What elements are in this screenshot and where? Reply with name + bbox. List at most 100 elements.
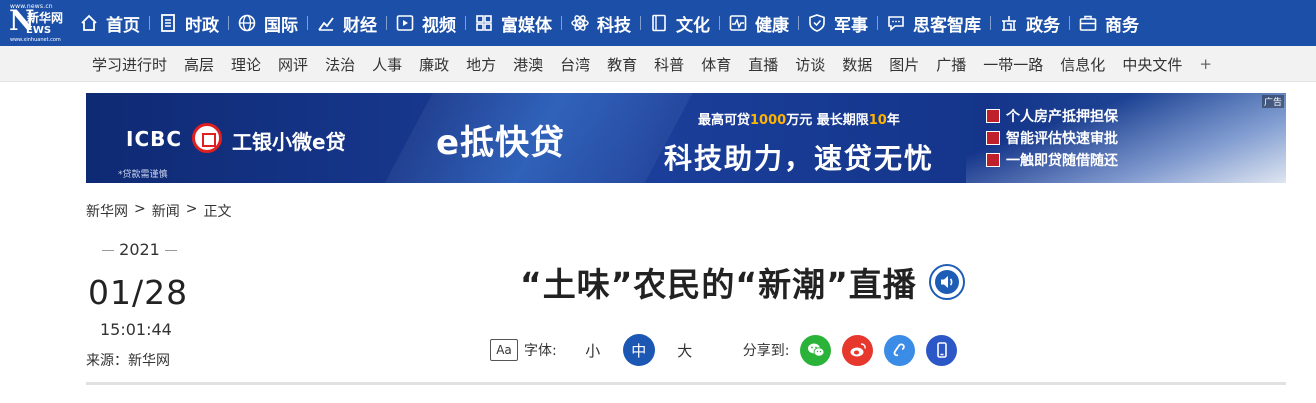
building-icon	[1002, 16, 1016, 31]
banner-feature-label: 一触即贷随借随还	[1006, 153, 1118, 169]
top-nav: www.news.cn N 新华网 EWS www.xinhuanet.com …	[0, 0, 1316, 46]
atom-icon	[571, 15, 589, 31]
sub-nav-item[interactable]: 学习进行时	[92, 54, 167, 75]
sub-nav-item[interactable]: 地方	[466, 54, 496, 75]
sub-nav-item[interactable]: 体育	[701, 54, 731, 75]
audio-play-button[interactable]	[928, 264, 965, 300]
home-icon	[81, 14, 97, 31]
banner-terms-amount: 1000	[750, 113, 787, 128]
sub-nav-item[interactable]: 教育	[607, 54, 637, 75]
banner-feature-label: 智能评估快速审批	[1006, 131, 1118, 147]
icbc-logo-icon	[192, 123, 222, 153]
logo-news-text: EWS	[26, 25, 52, 36]
sub-nav: 学习进行时 高层 理论 网评 法治 人事 廉政 地方 港澳 台湾 教育 科普 体育 直播 访谈 数据 图片 广播一…	[0, 46, 1316, 82]
share-link-button[interactable]	[884, 334, 916, 366]
banner-slogan: 科技助力，速贷无忧	[664, 142, 935, 175]
banner-icbc-text: ICBC	[126, 127, 183, 151]
sub-nav-item[interactable]: 直播	[748, 54, 778, 75]
banner-tagline: *贷款需谨慎	[118, 170, 168, 180]
font-size-large-button[interactable]: 大	[669, 334, 701, 366]
sub-nav-item[interactable]: 理论	[231, 54, 261, 75]
nav-label: 政务	[1026, 15, 1060, 36]
sub-nav-item[interactable]: 港澳	[513, 54, 543, 75]
sub-nav-item[interactable]: 中央文件	[1122, 54, 1182, 75]
banner-terms-part-c: 年	[886, 113, 900, 128]
font-size-small-button[interactable]: 小	[577, 334, 609, 366]
banner-feature: 个人房产抵押担保	[986, 105, 1118, 127]
nav-item-military[interactable]: 军事	[798, 0, 877, 46]
nav-item-culture[interactable]: 文化	[640, 0, 719, 46]
sub-nav-item[interactable]: 数据	[842, 54, 872, 75]
logo-sub-text: www.xinhuanet.com	[10, 37, 61, 43]
breadcrumb-current: 正文	[203, 204, 232, 220]
book-icon	[652, 14, 666, 32]
ad-label: 广告	[1261, 95, 1284, 108]
nav-label: 时政	[185, 15, 219, 36]
breadcrumb-separator: >	[185, 201, 198, 217]
pulse-icon	[729, 15, 747, 31]
nav-items: 首页 时政 国际 财经 视频 富媒体 科技 文化 健康 军事 思客智库 政务 商…	[70, 0, 1148, 46]
sub-nav-items: 学习进行时 高层 理论 网评 法治 人事 廉政 地方 港澳 台湾 教育 科普 体育 直播 访谈 数据 图片 广播一…	[92, 46, 1212, 82]
sub-nav-item[interactable]: 一带一路	[983, 54, 1043, 75]
banner-product-name: e抵快贷	[436, 123, 566, 163]
nav-item-health[interactable]: 健康	[719, 0, 798, 46]
sub-nav-item[interactable]: 廉政	[419, 54, 449, 75]
banner-brand: 工银小微e贷	[232, 130, 346, 154]
logo-name: 新华网	[27, 11, 64, 25]
banner-features: 个人房产抵押担保 智能评估快速审批 一触即贷随借随还	[986, 105, 1118, 171]
sub-nav-item[interactable]: 信息化	[1060, 54, 1105, 75]
article-year: 2021	[102, 240, 177, 259]
breadcrumb-news-link[interactable]: 新闻	[152, 201, 180, 221]
article-toolbar: Aa 字体: 小 中 大 分享到:	[490, 333, 958, 367]
nav-item-international[interactable]: 国际	[228, 0, 307, 46]
ad-banner[interactable]: ICBC 工银小微e贷 *贷款需谨慎 e抵快贷 最高可贷1000万元 最长期限1…	[86, 93, 1286, 183]
sub-nav-item[interactable]: 网评	[278, 54, 308, 75]
chat-icon	[888, 16, 904, 32]
nav-label: 军事	[834, 15, 868, 36]
font-size-label: 字体:	[524, 343, 557, 359]
nav-item-technology[interactable]: 科技	[561, 0, 640, 46]
xinhua-logo[interactable]: www.news.cn N 新华网 EWS www.xinhuanet.com	[0, 0, 70, 46]
sub-nav-item[interactable]: 人事	[372, 54, 402, 75]
nav-item-business[interactable]: 商务	[1069, 0, 1148, 46]
nav-item-home[interactable]: 首页	[70, 0, 149, 46]
share-mobile-button[interactable]	[926, 334, 958, 366]
nav-item-politics[interactable]: 时政	[149, 0, 228, 46]
share-wechat-button[interactable]	[800, 334, 832, 366]
nav-label: 商务	[1105, 15, 1139, 36]
nav-label: 健康	[755, 15, 789, 36]
sub-nav-item[interactable]: 科普	[654, 54, 684, 75]
weibo-icon	[850, 343, 866, 357]
nav-label: 文化	[676, 15, 710, 36]
nav-item-government[interactable]: 政务	[990, 0, 1069, 46]
sub-nav-item[interactable]: 广播	[936, 54, 966, 75]
nav-label: 视频	[422, 15, 456, 36]
play-icon	[396, 15, 414, 31]
nav-label: 国际	[264, 15, 298, 36]
sub-nav-item[interactable]: 图片	[889, 54, 919, 75]
banner-loan-terms: 最高可贷1000万元 最长期限10年	[698, 109, 900, 128]
share-weibo-button[interactable]	[842, 334, 874, 366]
sub-nav-more-button[interactable]: +	[1199, 55, 1212, 73]
nav-item-finance[interactable]: 财经	[307, 0, 386, 46]
mobile-icon	[937, 342, 947, 358]
sub-nav-item[interactable]: 高层	[184, 54, 214, 75]
grid-icon	[476, 15, 492, 31]
article-source: 来源：新华网	[86, 353, 170, 369]
checkbox-icon	[986, 131, 1000, 145]
article-title-row: “土味”农民的“新潮”直播	[520, 258, 965, 306]
document-icon	[161, 14, 175, 32]
article-title: “土味”农民的“新潮”直播	[520, 265, 917, 304]
sub-nav-item[interactable]: 访谈	[795, 54, 825, 75]
sub-nav-item[interactable]: 台湾	[560, 54, 590, 75]
nav-label: 财经	[343, 15, 377, 36]
font-size-medium-button[interactable]: 中	[622, 334, 655, 366]
banner-feature-label: 个人房产抵押担保	[1006, 109, 1118, 125]
sub-nav-item[interactable]: 法治	[325, 54, 355, 75]
nav-label: 首页	[106, 15, 140, 36]
nav-item-video[interactable]: 视频	[386, 0, 465, 46]
nav-item-think-tank[interactable]: 思客智库	[877, 0, 990, 46]
nav-item-rich-media[interactable]: 富媒体	[465, 0, 561, 46]
breadcrumb-home-link[interactable]: 新华网	[86, 201, 128, 221]
content-divider	[86, 382, 1286, 385]
